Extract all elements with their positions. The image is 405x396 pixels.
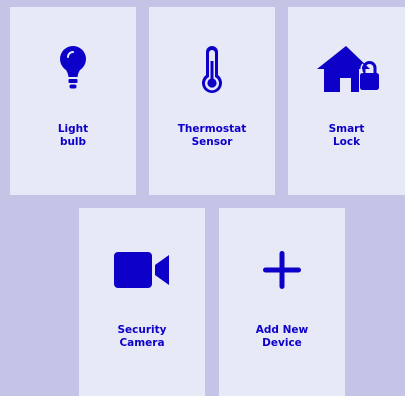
thermometer-icon [149, 37, 275, 101]
lightbulb-icon [10, 37, 136, 101]
video-camera-icon [79, 238, 205, 302]
house-lock-icon [288, 37, 405, 101]
device-label: Thermostat Sensor [177, 123, 247, 148]
device-card-smartlock[interactable]: Smart Lock [288, 7, 405, 195]
device-label: Smart Lock [328, 123, 365, 148]
add-device-label: Add New Device [255, 324, 309, 349]
device-label: Security Camera [117, 324, 167, 349]
device-card-lightbulb[interactable]: Light bulb [10, 7, 136, 195]
device-label: Light bulb [57, 123, 89, 148]
device-card-camera[interactable]: Security Camera [79, 208, 205, 396]
plus-icon [219, 238, 345, 302]
add-device-card[interactable]: Add New Device [219, 208, 345, 396]
device-card-thermostat[interactable]: Thermostat Sensor [149, 7, 275, 195]
